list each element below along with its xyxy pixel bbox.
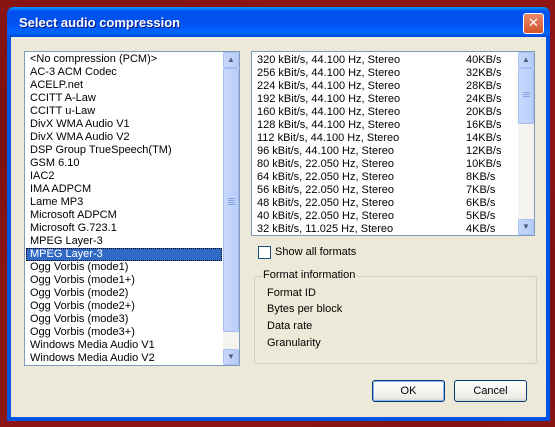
codec-list-item[interactable]: DivX WMA Audio V2 [26, 131, 222, 144]
codec-list-item[interactable]: Ogg Vorbis (mode3+) [26, 326, 222, 339]
codec-list-item[interactable]: MPEG Layer-3 [26, 235, 222, 248]
show-all-formats-checkbox[interactable] [258, 246, 271, 259]
format-info-legend: Format information [261, 269, 358, 281]
format-description: 64 kBit/s, 22.050 Hz, Stereo [257, 171, 394, 183]
format-info-group: Format information Format ID Bytes per b… [254, 269, 537, 364]
codec-list-item[interactable]: DSP Group TrueSpeech(TM) [26, 144, 222, 157]
format-data-rate: 12KB/s [466, 145, 502, 157]
chevron-up-icon: ▲ [522, 55, 530, 64]
format-list-row[interactable]: 80 kBit/s, 22.050 Hz, Stereo 10KB/s [253, 158, 517, 171]
codec-list-item[interactable]: Lame MP3 [26, 196, 222, 209]
format-list-row[interactable]: 256 kBit/s, 44.100 Hz, Stereo 32KB/s [253, 67, 517, 80]
codec-list: <No compression (PCM)> AC-3 ACM Codec ACEL… [26, 53, 222, 365]
format-data-rate: 7KB/s [466, 184, 496, 196]
scroll-down-button[interactable]: ▼ [223, 349, 239, 365]
codec-list-item[interactable]: CCITT A-Law [26, 92, 222, 105]
format-description: 32 kBit/s, 11.025 Hz, Stereo [257, 223, 394, 235]
codec-list-item[interactable]: MPEG Layer-3 [26, 248, 222, 261]
codec-list-item[interactable]: Windows Media Audio V2 [26, 352, 222, 365]
close-button[interactable]: ✕ [523, 13, 544, 34]
format-list-row[interactable]: 192 kBit/s, 44.100 Hz, Stereo 24KB/s [253, 93, 517, 106]
format-listbox[interactable]: 320 kBit/s, 44.100 Hz, Stereo 40KB/s 256 k… [251, 51, 535, 236]
format-list-row[interactable]: 224 kBit/s, 44.100 Hz, Stereo 28KB/s [253, 80, 517, 93]
codec-list-item[interactable]: AC-3 ACM Codec [26, 66, 222, 79]
format-list-row[interactable]: 320 kBit/s, 44.100 Hz, Stereo 40KB/s [253, 54, 517, 67]
codec-list-item[interactable]: Ogg Vorbis (mode1) [26, 261, 222, 274]
dialog-window: Select audio compression ✕ <No compressi… [7, 7, 550, 421]
format-data-rate: 5KB/s [466, 210, 496, 222]
format-data-rate: 24KB/s [466, 93, 502, 105]
codec-list-item[interactable]: Ogg Vorbis (mode2) [26, 287, 222, 300]
format-description: 256 kBit/s, 44.100 Hz, Stereo [257, 67, 401, 79]
format-description: 112 kBit/s, 44.100 Hz, Stereo [257, 132, 400, 144]
format-list-row[interactable]: 112 kBit/s, 44.100 Hz, Stereo 14KB/s [253, 132, 517, 145]
codec-list-item[interactable]: Ogg Vorbis (mode3) [26, 313, 222, 326]
format-list-row[interactable]: 96 kBit/s, 44.100 Hz, Stereo 12KB/s [253, 145, 517, 158]
codec-list-item[interactable]: GSM 6.10 [26, 157, 222, 170]
format-list-row[interactable]: 56 kBit/s, 22.050 Hz, Stereo 7KB/s [253, 184, 517, 197]
format-description: 224 kBit/s, 44.100 Hz, Stereo [257, 80, 401, 92]
codec-list-item[interactable]: Microsoft ADPCM [26, 209, 222, 222]
format-data-rate: 10KB/s [466, 158, 502, 170]
scroll-up-button[interactable]: ▲ [518, 52, 534, 68]
codec-list-item[interactable]: Windows Media Audio V1 [26, 339, 222, 352]
format-description: 160 kBit/s, 44.100 Hz, Stereo [257, 106, 401, 118]
scroll-up-button[interactable]: ▲ [223, 52, 239, 68]
data-rate-label: Data rate [267, 320, 313, 332]
format-description: 320 kBit/s, 44.100 Hz, Stereo [257, 54, 401, 66]
format-list-row[interactable]: 64 kBit/s, 22.050 Hz, Stereo 8KB/s [253, 171, 517, 184]
format-list: 320 kBit/s, 44.100 Hz, Stereo 40KB/s 256 k… [253, 54, 517, 235]
format-data-rate: 6KB/s [466, 197, 496, 209]
ok-button[interactable]: OK [372, 380, 445, 402]
format-list-row[interactable]: 48 kBit/s, 22.050 Hz, Stereo 6KB/s [253, 197, 517, 210]
dialog-client: <No compression (PCM)> AC-3 ACM Codec ACEL… [11, 37, 546, 417]
show-all-formats-label[interactable]: Show all formats [275, 246, 356, 258]
format-scrollbar[interactable]: ▲ ▼ [518, 52, 534, 235]
format-list-row[interactable]: 128 kBit/s, 44.100 Hz, Stereo 16KB/s [253, 119, 517, 132]
close-icon: ✕ [528, 15, 539, 30]
format-description: 128 kBit/s, 44.100 Hz, Stereo [257, 119, 401, 131]
format-description: 192 kBit/s, 44.100 Hz, Stereo [257, 93, 401, 105]
chevron-down-icon: ▼ [227, 352, 235, 361]
cancel-button[interactable]: Cancel [454, 380, 527, 402]
title-bar[interactable]: Select audio compression ✕ [7, 7, 550, 37]
format-data-rate: 4KB/s [466, 223, 496, 235]
format-data-rate: 28KB/s [466, 80, 502, 92]
chevron-up-icon: ▲ [227, 55, 235, 64]
codec-list-item[interactable]: CCITT u-Law [26, 105, 222, 118]
codec-list-item[interactable]: ACELP.net [26, 79, 222, 92]
format-data-rate: 14KB/s [466, 132, 502, 144]
format-data-rate: 8KB/s [466, 171, 496, 183]
format-description: 80 kBit/s, 22.050 Hz, Stereo [257, 158, 394, 170]
format-list-row[interactable]: 160 kBit/s, 44.100 Hz, Stereo 20KB/s [253, 106, 517, 119]
codec-list-item[interactable]: Microsoft G.723.1 [26, 222, 222, 235]
bytes-per-block-label: Bytes per block [267, 303, 343, 315]
granularity-label: Granularity [267, 337, 321, 349]
scroll-thumb[interactable] [223, 68, 239, 332]
dialog-title: Select audio compression [19, 15, 181, 30]
codec-list-item[interactable]: IAC2 [26, 170, 222, 183]
format-description: 40 kBit/s, 22.050 Hz, Stereo [257, 210, 394, 222]
codec-list-item[interactable]: <No compression (PCM)> [26, 53, 222, 66]
format-data-rate: 20KB/s [466, 106, 502, 118]
codec-list-item[interactable]: IMA ADPCM [26, 183, 222, 196]
format-description: 48 kBit/s, 22.050 Hz, Stereo [257, 197, 394, 209]
chevron-down-icon: ▼ [522, 222, 530, 231]
format-data-rate: 40KB/s [466, 54, 502, 66]
format-list-row[interactable]: 40 kBit/s, 22.050 Hz, Stereo 5KB/s [253, 210, 517, 223]
scroll-thumb[interactable] [518, 68, 534, 124]
format-description: 56 kBit/s, 22.050 Hz, Stereo [257, 184, 394, 196]
codec-list-item[interactable]: Ogg Vorbis (mode2+) [26, 300, 222, 313]
format-id-label: Format ID [267, 287, 316, 299]
format-list-row[interactable]: 32 kBit/s, 11.025 Hz, Stereo 4KB/s [253, 223, 517, 235]
codec-list-item[interactable]: Ogg Vorbis (mode1+) [26, 274, 222, 287]
codec-scrollbar[interactable]: ▲ ▼ [223, 52, 239, 365]
format-description: 96 kBit/s, 44.100 Hz, Stereo [257, 145, 394, 157]
codec-list-item[interactable]: DivX WMA Audio V1 [26, 118, 222, 131]
format-data-rate: 32KB/s [466, 67, 502, 79]
format-data-rate: 16KB/s [466, 119, 502, 131]
scroll-down-button[interactable]: ▼ [518, 219, 534, 235]
codec-listbox[interactable]: <No compression (PCM)> AC-3 ACM Codec ACEL… [24, 51, 240, 366]
